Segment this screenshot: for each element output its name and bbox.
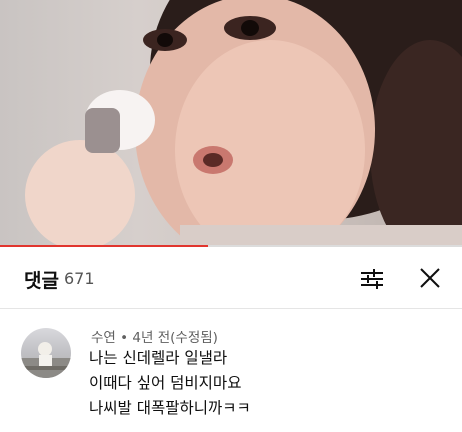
sort-filter-icon[interactable] [359, 267, 385, 291]
comments-count: 671 [64, 269, 95, 288]
close-icon[interactable] [418, 266, 442, 290]
comment-line: 나는 신데렐라 일낼라 [89, 349, 228, 367]
video-player[interactable] [0, 0, 462, 247]
comments-header: 댓글 671 [0, 262, 462, 296]
comment-text: 나는 신데렐라 일낼라 이때다 싶어 덤비지마요 나씨발 대폭팔하니까ㅋㅋ [89, 346, 251, 421]
comment-time: 4년 전(수정됨) [132, 330, 218, 346]
comments-title: 댓글 [24, 270, 59, 292]
meta-separator: • [120, 330, 129, 346]
comment-item: 수연 • 4년 전(수정됨) 나는 신데렐라 일낼라 이때다 싶어 덤비지마요 … [0, 322, 462, 432]
comment-meta: 수연 • 4년 전(수정됨) [91, 326, 218, 346]
comment-line: 이때다 싶어 덤비지마요 [89, 374, 242, 392]
progress-bar[interactable] [0, 245, 462, 247]
avatar[interactable] [21, 328, 71, 378]
divider [0, 308, 462, 309]
video-frame [25, 0, 462, 247]
progress-bar-fill [0, 245, 208, 247]
comment-line: 나씨발 대폭팔하니까ㅋㅋ [89, 399, 251, 417]
comment-author[interactable]: 수연 [91, 330, 116, 346]
